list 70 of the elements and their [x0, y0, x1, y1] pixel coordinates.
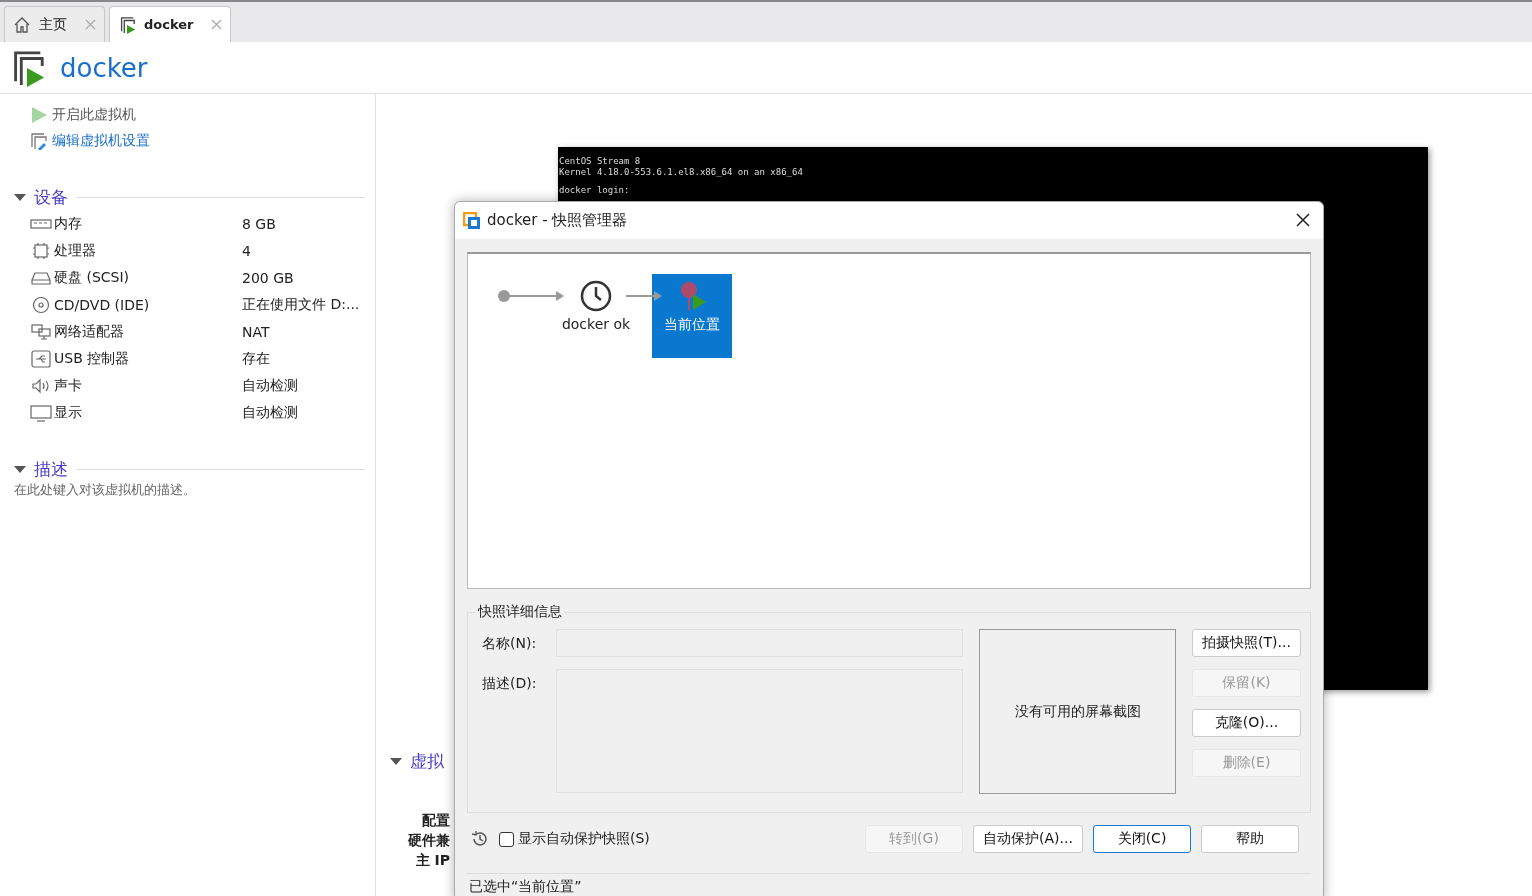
device-value: 正在使用文件 D:...: [242, 295, 361, 314]
device-name: 处理器: [54, 241, 96, 260]
action-button[interactable]: 拍摄快照(T)...: [1192, 629, 1301, 657]
device-name: CD/DVD (IDE): [54, 296, 150, 313]
device-value: NAT: [242, 323, 271, 340]
device-value: 存在: [242, 349, 271, 368]
action-button[interactable]: 克隆(O)...: [1192, 709, 1301, 737]
checkbox-label: 显示自动保护快照(S): [518, 830, 651, 848]
dialog-title: docker - 快照管理器: [487, 211, 629, 230]
detail-label: 主 IP: [414, 851, 450, 870]
device-name: 内存: [54, 214, 82, 233]
history-icon: [471, 830, 489, 848]
tab-label: docker: [144, 17, 194, 32]
network-icon: [30, 322, 52, 341]
speaker-icon: [30, 376, 52, 395]
device-value: 4: [242, 242, 252, 259]
tab[interactable]: docker: [109, 6, 232, 42]
vm-title: docker: [60, 52, 148, 83]
console-line: CentOS Stream 8: [559, 156, 642, 167]
snapshot-label: 当前位置: [664, 316, 720, 334]
detail-label: 硬件兼: [407, 831, 450, 850]
field-label: 描述(D):: [482, 674, 538, 693]
action-link[interactable]: 编辑虚拟机设置: [14, 128, 365, 154]
section-title: 虚拟: [410, 749, 444, 773]
checkbox[interactable]: [499, 831, 514, 847]
chip-icon: [30, 241, 52, 260]
section-title: 设备: [34, 185, 68, 209]
device-name: 显示: [54, 403, 82, 422]
tab-label: 主页: [39, 15, 67, 34]
device-value: 自动检测: [242, 403, 299, 422]
device-value: 200 GB: [242, 269, 295, 286]
device-value: 自动检测: [242, 376, 299, 395]
dialog-button[interactable]: 自动保护(A)...: [973, 825, 1083, 853]
close-icon[interactable]: [211, 19, 223, 30]
edit-icon: [30, 132, 48, 150]
clock-icon: [580, 280, 612, 312]
device-value: 8 GB: [242, 215, 277, 232]
snapshot-node[interactable]: 当前位置: [652, 274, 732, 358]
screenshot-preview: 没有可用的屏幕截图: [979, 629, 1176, 794]
disc-icon: [30, 295, 52, 314]
tab[interactable]: 主页: [4, 6, 105, 42]
play-icon: [30, 106, 48, 124]
status-text: 已选中“当前位置”: [467, 873, 1311, 895]
collapse-arrow-icon[interactable]: [14, 465, 26, 473]
connector-arrow: [626, 290, 662, 302]
home-icon: [13, 15, 31, 34]
usb-icon: [30, 349, 52, 368]
close-icon: [1296, 213, 1310, 227]
description-field[interactable]: 在此处键入对该虚拟机的描述。: [14, 482, 344, 497]
device-name: 声卡: [54, 376, 82, 395]
detail-label: 配置: [421, 811, 450, 830]
dialog-button[interactable]: 帮助: [1201, 825, 1299, 853]
dialog-button[interactable]: 关闭(C): [1093, 825, 1191, 853]
start-connector-drawing: [498, 290, 566, 302]
section-title: 描述: [34, 457, 68, 481]
device-name: 硬盘 (SCSI): [54, 268, 130, 287]
monitor-icon: [30, 403, 52, 422]
snapshot-node[interactable]: docker ok: [556, 274, 636, 358]
group-title: 快照详细信息: [476, 603, 563, 621]
app-icon: [463, 211, 481, 230]
console-line: Kernel 4.18.0-553.6.1.el8.x86_64 on an x86_64: [559, 167, 804, 178]
vm-icon: [118, 15, 136, 34]
device-name: 网络适配器: [54, 322, 124, 341]
field-label: 名称(N):: [482, 634, 538, 653]
collapse-arrow-icon[interactable]: [14, 193, 26, 201]
collapse-arrow-icon[interactable]: [390, 757, 402, 765]
device-name: USB 控制器: [54, 349, 130, 368]
action-link[interactable]: 开启此虚拟机: [14, 102, 365, 128]
snapshot-label: docker ok: [561, 316, 631, 332]
console-prompt: docker login:: [559, 185, 631, 196]
